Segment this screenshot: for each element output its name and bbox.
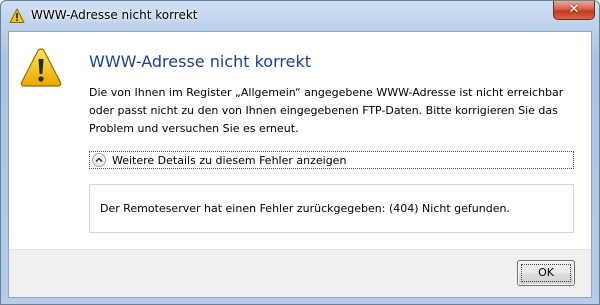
title-bar[interactable]: WWW-Adresse nicht korrekt ✕ [1,1,599,31]
dialog-footer: OK [9,249,591,297]
dialog-heading: WWW-Adresse nicht korrekt [89,52,311,71]
ok-button[interactable]: OK [517,260,575,286]
close-button[interactable]: ✕ [553,1,595,20]
chevron-up-icon [92,153,106,167]
warning-icon [9,8,25,24]
details-toggle-label: Weitere Details zu diesem Fehler anzeige… [112,154,347,167]
error-details-text: Der Remoteserver hat einen Fehler zurück… [100,202,510,215]
error-details-box: Der Remoteserver hat einen Fehler zurück… [89,184,574,233]
close-icon: ✕ [568,2,580,17]
ok-button-label: OK [538,266,554,279]
window-title: WWW-Adresse nicht korrekt [31,8,198,22]
dialog-window: WWW-Adresse nicht korrekt ✕ WWW-Adresse … [0,0,600,305]
error-message: Die von Ihnen im Register „Allgemein“ an… [89,86,564,135]
warning-icon [19,46,63,90]
show-details-toggle[interactable]: Weitere Details zu diesem Fehler anzeige… [89,151,574,169]
dialog-content: WWW-Adresse nicht korrekt Die von Ihnen … [8,31,592,298]
